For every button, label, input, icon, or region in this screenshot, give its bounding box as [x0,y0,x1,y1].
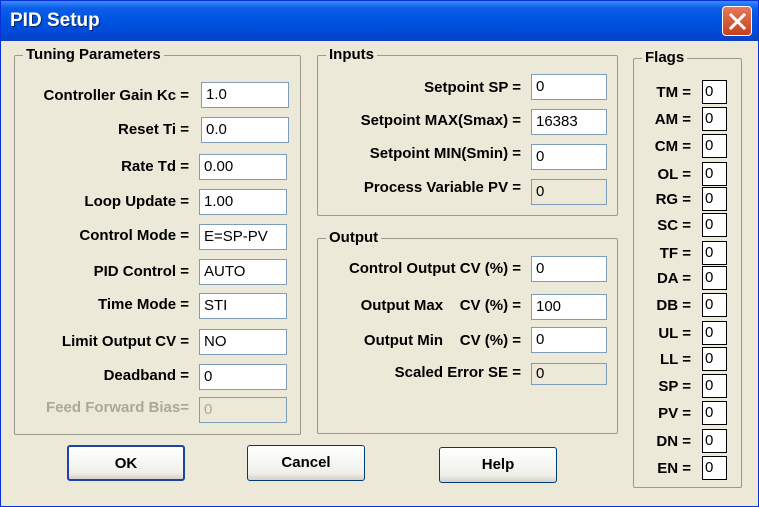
flag-db-field: 0 [702,293,727,317]
output-legend: Output [326,229,382,247]
loop-update-field[interactable]: 1.00 [199,189,287,215]
window-title: PID Setup [10,10,100,31]
rate-td-label: Rate Td = [121,158,189,175]
setpoint-sp-field[interactable]: 0 [531,74,607,100]
title-bar[interactable]: PID Setup [1,1,758,41]
reset-ti-label: Reset Ti = [117,121,189,138]
flag-ul-label: UL = [658,325,691,342]
time-mode-field[interactable]: STI [199,293,287,319]
flag-cm-field: 0 [702,134,727,158]
flag-am-label: AM = [654,111,691,128]
flag-ul-field: 0 [702,321,727,345]
scaled-error-field: 0 [531,363,607,385]
pid-control-label: PID Control = [93,263,189,280]
close-button[interactable] [722,6,752,36]
ok-button[interactable]: OK [67,445,185,481]
control-mode-label: Control Mode = [79,227,189,244]
reset-ti-field[interactable]: 0.0 [201,117,289,143]
tuning-parameters-legend: Tuning Parameters [23,46,164,64]
flag-sc-label: SC = [657,217,691,234]
output-max-cv-label: Output Max CV (%) = [360,297,521,314]
flag-sp-field: 0 [702,374,727,398]
output-max-cv-field[interactable]: 100 [531,294,607,320]
control-output-cv-field[interactable]: 0 [531,256,607,282]
flag-db-label: DB = [656,297,691,314]
deadband-field[interactable]: 0 [199,364,287,390]
help-button[interactable]: Help [439,447,557,483]
flag-sc-field: 0 [702,213,727,237]
cancel-button[interactable]: Cancel [247,445,365,481]
deadband-label: Deadband = [103,367,189,384]
flag-sp-label: SP = [658,378,691,395]
pid-control-field[interactable]: AUTO [199,259,287,285]
process-variable-field: 0 [531,179,607,205]
feed-forward-bias-label: Feed Forward Bias= [46,399,189,416]
pid-setup-dialog: PID Setup Tuning Parameters Controller G… [0,0,759,507]
limit-output-cv-field[interactable]: NO [199,329,287,355]
flag-en-label: EN = [657,460,691,477]
rate-td-field[interactable]: 0.00 [199,154,287,180]
flag-dn-field: 0 [702,429,727,453]
scaled-error-label: Scaled Error SE = [394,364,521,381]
flag-ll-label: LL = [660,351,691,368]
time-mode-label: Time Mode = [98,296,189,313]
flag-da-field: 0 [702,266,727,290]
flag-tm-field: 0 [702,80,727,104]
feed-forward-bias-field: 0 [199,397,287,423]
output-min-cv-field[interactable]: 0 [531,327,607,353]
control-mode-field[interactable]: E=SP-PV [199,224,287,250]
flags-legend: Flags [642,49,688,67]
setpoint-max-field[interactable]: 16383 [531,109,607,135]
controller-gain-field[interactable]: 1.0 [201,82,289,108]
close-icon [729,13,746,30]
setpoint-max-label: Setpoint MAX(Smax) = [360,112,521,129]
setpoint-sp-label: Setpoint SP = [424,79,521,96]
controller-gain-label: Controller Gain Kc = [43,87,189,104]
limit-output-cv-label: Limit Output CV = [61,333,189,350]
inputs-legend: Inputs [326,46,377,64]
flag-tf-field: 0 [702,241,727,265]
process-variable-label: Process Variable PV = [363,179,521,196]
flag-en-field: 0 [702,456,727,480]
loop-update-label: Loop Update = [84,193,189,210]
flag-da-label: DA = [656,270,691,287]
flag-ll-field: 0 [702,347,727,371]
flag-rg-field: 0 [702,187,727,211]
flag-ol-field: 0 [702,162,727,186]
flag-ol-label: OL = [657,166,692,183]
flag-rg-label: RG = [655,191,691,208]
output-min-cv-label: Output Min CV (%) = [363,332,521,349]
flag-dn-label: DN = [656,433,691,450]
flag-am-field: 0 [702,107,727,131]
flag-tm-label: TM = [656,84,691,101]
flag-tf-label: TF = [659,245,691,262]
setpoint-min-field[interactable]: 0 [531,144,607,170]
flag-cm-label: CM = [654,138,691,155]
flag-pv-field: 0 [702,401,727,425]
control-output-cv-label: Control Output CV (%) = [348,260,521,277]
flag-pv-label: PV = [658,405,691,422]
setpoint-min-label: Setpoint MIN(Smin) = [369,145,521,162]
